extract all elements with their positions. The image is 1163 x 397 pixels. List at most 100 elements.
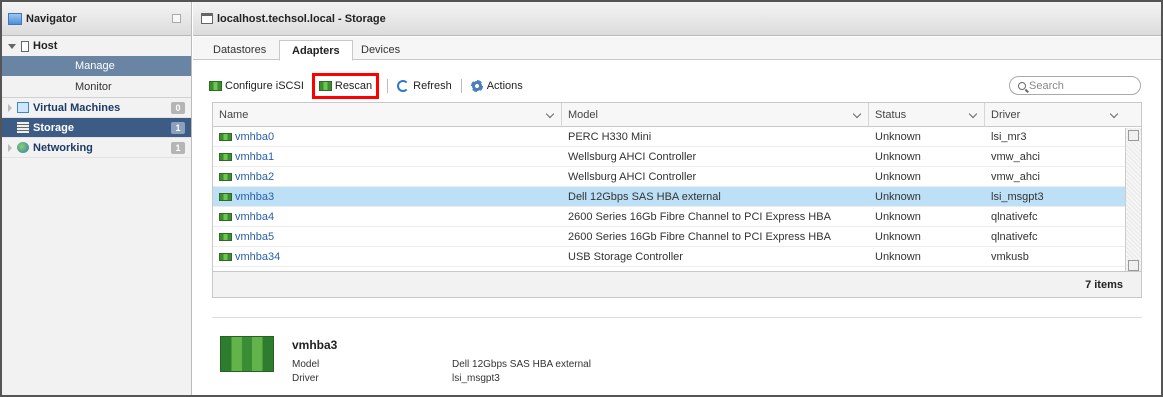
adapter-status: Unknown bbox=[875, 191, 921, 203]
storage-icon bbox=[17, 122, 29, 133]
search-input[interactable]: Search bbox=[1009, 76, 1141, 95]
table-row[interactable]: vmhba0 PERC H330 Mini Unknown lsi_mr3 bbox=[213, 127, 1141, 147]
iscsi-icon bbox=[209, 81, 222, 91]
actions-button[interactable]: Actions bbox=[467, 75, 527, 97]
tab-adapters[interactable]: Adapters bbox=[279, 40, 353, 61]
adapter-name[interactable]: vmhba2 bbox=[213, 167, 562, 187]
tab-devices[interactable]: Devices bbox=[349, 40, 412, 60]
rescan-label: Rescan bbox=[334, 80, 373, 92]
adapter-driver: vmkusb bbox=[991, 251, 1029, 263]
adapter-status: Unknown bbox=[875, 171, 921, 183]
hba-icon bbox=[219, 133, 232, 141]
navigator-title: Navigator bbox=[26, 12, 77, 25]
nav-host-label: Host bbox=[33, 40, 58, 52]
table-row-selected[interactable]: vmhba3 Dell 12Gbps SAS HBA external Unkn… bbox=[213, 187, 1141, 207]
adapter-model: Wellsburg AHCI Controller bbox=[568, 151, 697, 163]
toolbar-separator bbox=[387, 79, 389, 93]
chevron-down-icon[interactable] bbox=[545, 109, 555, 119]
nav-storage[interactable]: Storage 1 bbox=[2, 118, 191, 138]
table-row[interactable]: vmhba34 USB Storage Controller Unknown v… bbox=[213, 247, 1141, 267]
tab-datastores[interactable]: Datastores bbox=[201, 40, 278, 60]
adapter-status: Unknown bbox=[875, 251, 921, 263]
adapter-name-text: vmhba5 bbox=[235, 231, 275, 243]
hba-icon bbox=[219, 233, 232, 241]
adapter-model: 2600 Series 16Gb Fibre Channel to PCI Ex… bbox=[568, 231, 831, 243]
column-status[interactable]: Status bbox=[869, 103, 985, 127]
adapter-model: Dell 12Gbps SAS HBA external bbox=[568, 191, 721, 203]
adapter-driver: qlnativefc bbox=[991, 231, 1038, 243]
chevron-down-icon[interactable] bbox=[1109, 109, 1119, 119]
vertical-scrollbar[interactable] bbox=[1125, 128, 1141, 273]
main-panel: localhost.techsol.local - Storage Datast… bbox=[193, 2, 1161, 395]
column-driver-label: Driver bbox=[991, 109, 1021, 121]
adapter-status: Unknown bbox=[875, 151, 921, 163]
expand-down-icon[interactable] bbox=[8, 43, 16, 49]
adapter-status: Unknown bbox=[875, 211, 921, 223]
toolbar: Configure iSCSI Rescan Refresh Actions bbox=[205, 73, 527, 99]
nav-manage-label: Manage bbox=[75, 60, 115, 72]
details-driver-label: Driver bbox=[292, 373, 319, 384]
table-row[interactable]: vmhba5 2600 Series 16Gb Fibre Channel to… bbox=[213, 227, 1141, 247]
tab-bar: Datastores Adapters Devices bbox=[193, 37, 1161, 61]
adapter-name[interactable]: vmhba4 bbox=[213, 207, 562, 227]
nav-networking-label: Networking bbox=[33, 141, 93, 154]
details-driver-value: lsi_msgpt3 bbox=[452, 373, 500, 384]
adapter-name-text: vmhba0 bbox=[235, 131, 275, 143]
refresh-button[interactable]: Refresh bbox=[393, 75, 456, 97]
hba-card-image bbox=[220, 336, 274, 372]
column-name-label: Name bbox=[219, 109, 249, 121]
scroll-down-icon[interactable] bbox=[1128, 260, 1139, 271]
navigator-panel: Navigator Host Manage Monitor Virtual Ma… bbox=[2, 2, 192, 395]
adapter-name[interactable]: vmhba3 bbox=[213, 187, 562, 207]
adapter-name-text: vmhba3 bbox=[235, 191, 275, 203]
hba-icon bbox=[219, 213, 232, 221]
adapter-name[interactable]: vmhba1 bbox=[213, 147, 562, 167]
chevron-down-icon[interactable] bbox=[852, 109, 862, 119]
adapter-driver: qlnativefc bbox=[991, 211, 1038, 223]
nav-networking[interactable]: Networking 1 bbox=[2, 138, 191, 158]
adapter-name-text: vmhba2 bbox=[235, 171, 275, 183]
adapter-model: Wellsburg AHCI Controller bbox=[568, 171, 697, 183]
toolbar-separator bbox=[460, 79, 462, 93]
details-model-value: Dell 12Gbps SAS HBA external bbox=[452, 359, 591, 370]
table-row[interactable]: vmhba1 Wellsburg AHCI Controller Unknown… bbox=[213, 147, 1141, 167]
adapter-name[interactable]: vmhba0 bbox=[213, 127, 562, 147]
nav-manage[interactable]: Manage bbox=[2, 56, 191, 76]
nav-vm-label: Virtual Machines bbox=[33, 101, 121, 114]
scroll-up-icon[interactable] bbox=[1128, 130, 1139, 141]
expand-right-icon[interactable] bbox=[8, 103, 12, 112]
nav-virtual-machines[interactable]: Virtual Machines 0 bbox=[2, 98, 191, 118]
item-count: 7 items bbox=[1085, 279, 1123, 291]
nav-host[interactable]: Host bbox=[2, 36, 191, 56]
host-icon bbox=[21, 40, 29, 52]
column-driver[interactable]: Driver bbox=[985, 103, 1125, 127]
details-model-label: Model bbox=[292, 359, 320, 370]
adapter-name[interactable]: vmhba34 bbox=[213, 247, 562, 267]
column-name[interactable]: Name bbox=[213, 103, 562, 127]
main-title: localhost.techsol.local - Storage bbox=[217, 12, 386, 25]
table-row[interactable]: vmhba2 Wellsburg AHCI Controller Unknown… bbox=[213, 167, 1141, 187]
column-model[interactable]: Model bbox=[562, 103, 869, 127]
expand-right-icon[interactable] bbox=[8, 143, 12, 152]
nav-monitor[interactable]: Monitor bbox=[2, 76, 191, 98]
adapter-name-text: vmhba4 bbox=[235, 211, 275, 223]
adapter-name[interactable]: vmhba5 bbox=[213, 227, 562, 247]
column-status-label: Status bbox=[875, 109, 907, 121]
actions-label: Actions bbox=[486, 80, 523, 92]
refresh-label: Refresh bbox=[413, 80, 452, 92]
hba-icon bbox=[219, 173, 232, 181]
table-row[interactable]: vmhba4 2600 Series 16Gb Fibre Channel to… bbox=[213, 207, 1141, 227]
rescan-button[interactable]: Rescan bbox=[318, 75, 373, 97]
nav-storage-label: Storage bbox=[33, 121, 74, 134]
adapter-details: vmhba3 Model Dell 12Gbps SAS HBA externa… bbox=[212, 317, 1142, 395]
adapter-status: Unknown bbox=[875, 231, 921, 243]
table-footer: 7 items bbox=[213, 271, 1141, 297]
main-header: localhost.techsol.local - Storage bbox=[193, 2, 1161, 36]
rescan-icon bbox=[318, 81, 332, 91]
table-header: Name Model Status Driver bbox=[213, 103, 1141, 127]
adapter-driver: vmw_ahci bbox=[991, 151, 1040, 163]
vmware-logo-icon bbox=[8, 12, 22, 25]
chevron-down-icon[interactable] bbox=[968, 109, 978, 119]
collapse-navigator-button[interactable] bbox=[172, 14, 181, 23]
configure-iscsi-button[interactable]: Configure iSCSI bbox=[205, 75, 308, 97]
